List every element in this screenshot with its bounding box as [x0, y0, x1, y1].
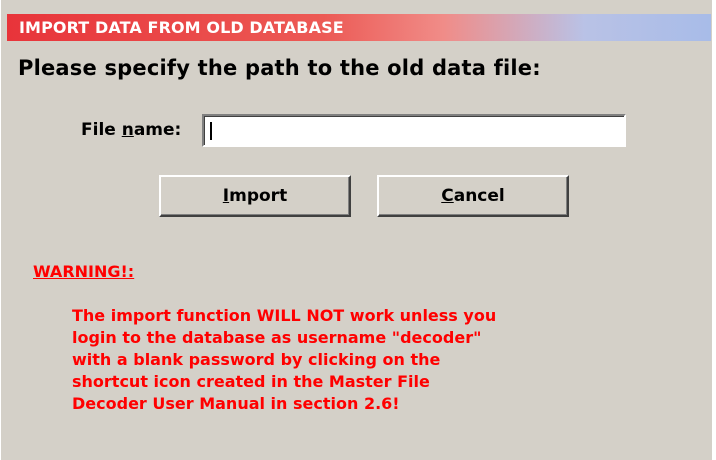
import-button[interactable]: Import: [159, 175, 351, 217]
cancel-button-accel: C: [441, 186, 454, 206]
file-name-label: File name:: [81, 120, 181, 140]
import-button-label: mport: [229, 186, 288, 206]
warning-line: login to the database as username "decod…: [72, 328, 482, 347]
warning-line: shortcut icon created in the Master File: [72, 372, 430, 391]
cancel-button[interactable]: Cancel: [377, 175, 569, 217]
text-caret: [210, 122, 212, 140]
file-name-label-suffix: ame:: [133, 120, 182, 140]
window-title: IMPORT DATA FROM OLD DATABASE: [19, 18, 344, 37]
warning-message: The import function WILL NOT work unless…: [72, 305, 632, 415]
cancel-button-label: ancel: [453, 186, 505, 206]
warning-line: Decoder User Manual in section 2.6!: [72, 394, 400, 413]
warning-title: WARNING!:: [33, 262, 135, 281]
import-dialog: IMPORT DATA FROM OLD DATABASE Please spe…: [0, 0, 712, 460]
warning-line: with a blank password by clicking on the: [72, 350, 441, 369]
path-prompt: Please specify the path to the old data …: [18, 56, 541, 80]
warning-line: The import function WILL NOT work unless…: [72, 306, 497, 325]
title-bar[interactable]: IMPORT DATA FROM OLD DATABASE: [7, 14, 711, 41]
file-name-input[interactable]: [202, 114, 626, 147]
file-name-label-accel: n: [121, 120, 134, 140]
file-name-label-prefix: File: [81, 120, 122, 140]
